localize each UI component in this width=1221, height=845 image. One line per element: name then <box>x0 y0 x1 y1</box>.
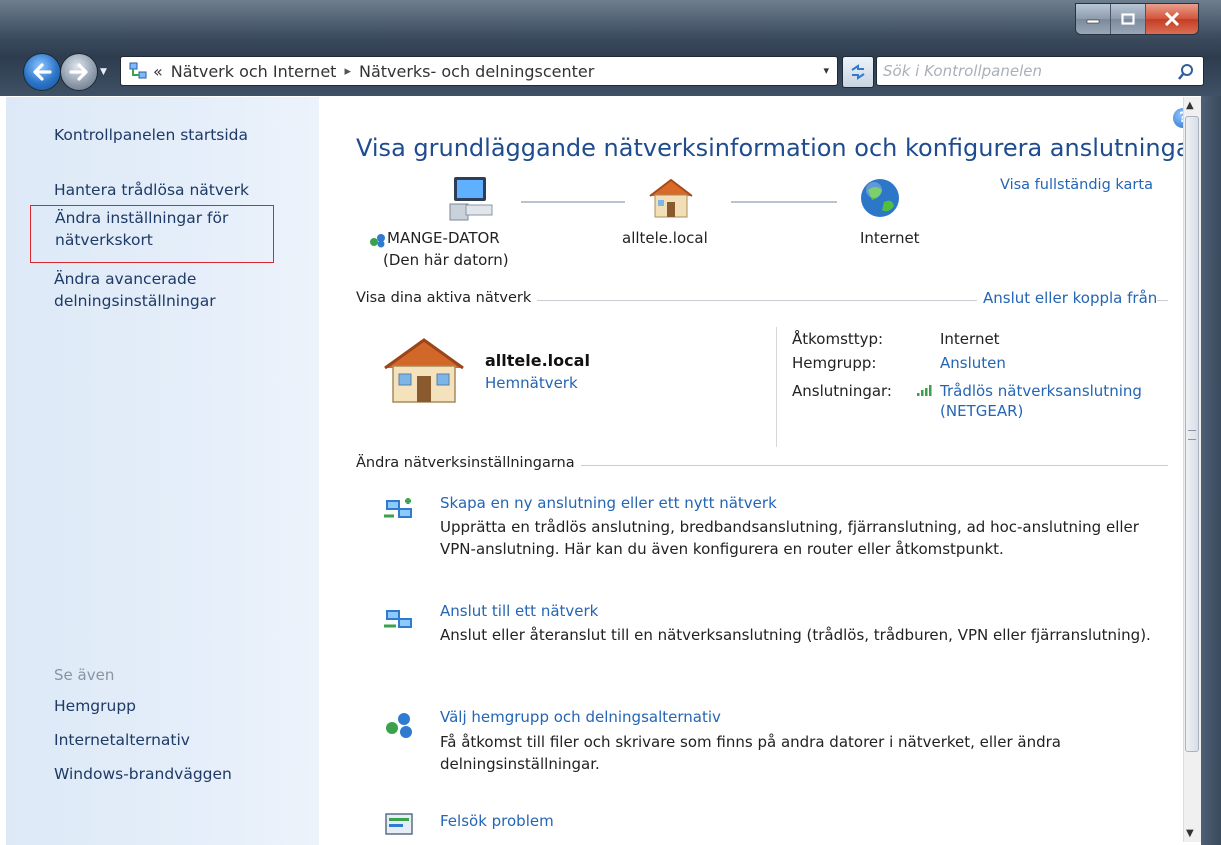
scroll-up-icon[interactable]: ▲ <box>1186 100 1194 111</box>
windows-firewall-link[interactable]: Windows-brandväggen <box>54 763 232 785</box>
address-dropdown-icon[interactable]: ▾ <box>823 64 829 77</box>
connect-network-icon <box>384 610 412 628</box>
change-settings-heading: Ändra nätverksinställningarna <box>356 455 581 471</box>
change-adapter-settings-line1: Ändra inställningar för <box>55 209 229 227</box>
recent-pages-dropdown[interactable]: ▼ <box>100 67 107 77</box>
breadcrumb-separator-icon[interactable]: ▸ <box>344 64 351 79</box>
computer-name: MANGE-DATOR <box>387 229 500 247</box>
back-arrow-icon <box>33 63 52 81</box>
active-network-name: alltele.local <box>485 351 590 370</box>
homegroup-sharing-icon <box>386 713 412 738</box>
troubleshoot-icon <box>385 813 413 835</box>
breadcrumb-network-sharing-center[interactable]: Nätverks- och delningscenter <box>359 62 594 81</box>
wireless-connection-link[interactable]: Trådlös nätverksanslutning (NETGEAR) <box>940 382 1142 420</box>
maximize-icon <box>1121 13 1135 25</box>
page-title: Visa grundläggande nätverksinformation o… <box>356 134 1201 162</box>
scrollbar-grip-icon <box>1188 430 1196 440</box>
homegroup-label: Hemgrupp: <box>792 354 877 372</box>
back-button[interactable] <box>23 53 61 91</box>
scroll-down-icon[interactable]: ▼ <box>1186 828 1194 839</box>
change-adapter-settings-line2: nätverkskort <box>55 231 153 249</box>
internet-options-link[interactable]: Internetalternativ <box>54 729 190 751</box>
advanced-sharing-line2: delningsinställningar <box>54 292 216 310</box>
map-network-name: alltele.local <box>622 229 708 247</box>
homegroup-joined-link[interactable]: Ansluten <box>940 354 1006 372</box>
minimize-button[interactable] <box>1076 4 1111 34</box>
homegroup-small-icon <box>370 234 385 248</box>
new-connection-icon <box>384 498 412 518</box>
computer-icon[interactable] <box>440 174 496 224</box>
refresh-button[interactable] <box>842 56 874 88</box>
manage-wireless-networks-link[interactable]: Hantera trådlösa nätverk <box>54 179 249 201</box>
breadcrumb-network-internet[interactable]: Nätverk och Internet <box>171 62 337 81</box>
connect-to-network-link[interactable]: Anslut till ett nätverk <box>440 602 598 620</box>
internet-globe-icon[interactable] <box>858 176 902 220</box>
network-icon <box>129 62 147 79</box>
homegroup-sharing-desc: Få åtkomst till filer och skrivare som f… <box>440 733 1061 773</box>
breadcrumb-overflow[interactable]: « <box>153 62 163 81</box>
maximize-button[interactable] <box>1111 4 1146 34</box>
connections-label: Anslutningar: <box>792 382 892 400</box>
homegroup-sharing-link[interactable]: Välj hemgrupp och delningsalternativ <box>440 708 721 726</box>
setup-new-connection-link[interactable]: Skapa en ny anslutning eller ett nytt nä… <box>440 494 777 512</box>
computer-subtitle: (Den här datorn) <box>383 251 509 269</box>
advanced-sharing-settings-link[interactable]: Ändra avancerade delningsinställningar <box>54 268 216 312</box>
close-icon <box>1164 12 1180 26</box>
search-field[interactable]: Sök i Kontrollpanelen <box>876 56 1204 86</box>
forward-button[interactable] <box>60 53 98 91</box>
network-type-link[interactable]: Hemnätverk <box>485 374 578 392</box>
full-map-link[interactable]: Visa fullständig karta <box>1000 177 1153 193</box>
home-network-icon[interactable] <box>646 176 696 220</box>
setup-new-connection-desc: Upprätta en trådlös anslutning, bredband… <box>440 518 1139 558</box>
forward-arrow-icon <box>69 63 88 81</box>
access-type-label: Åtkomsttyp: <box>792 330 884 348</box>
refresh-icon <box>851 64 865 80</box>
troubleshoot-link[interactable]: Felsök problem <box>440 812 554 830</box>
search-placeholder: Sök i Kontrollpanelen <box>883 62 1042 80</box>
wireless-signal-icon <box>917 385 932 396</box>
connect-to-network-desc: Anslut eller återanslut till en nätverks… <box>440 626 1151 644</box>
see-also-heading: Se även <box>54 666 115 684</box>
advanced-sharing-line1: Ändra avancerade <box>54 270 197 288</box>
map-internet-label: Internet <box>860 229 920 247</box>
wireless-connection-ssid: (NETGEAR) <box>940 402 1024 420</box>
caption-buttons <box>1075 3 1199 35</box>
house-network-icon <box>384 338 464 403</box>
close-button[interactable] <box>1146 4 1198 34</box>
homegroup-link[interactable]: Hemgrupp <box>54 695 136 717</box>
minimize-icon <box>1086 19 1100 24</box>
control-panel-home-link[interactable]: Kontrollpanelen startsida <box>54 124 248 146</box>
access-type-value: Internet <box>940 330 1000 348</box>
control-panel-window: ▼ « Nätverk och Internet ▸ Nätverks- och… <box>0 0 1221 845</box>
active-networks-heading: Visa dina aktiva nätverk <box>356 290 538 306</box>
change-adapter-settings-link[interactable]: Ändra inställningar för nätverkskort <box>30 205 274 263</box>
search-icon[interactable] <box>1177 63 1195 81</box>
connect-disconnect-link[interactable]: Anslut eller koppla från <box>977 289 1158 307</box>
address-bar[interactable]: « Nätverk och Internet ▸ Nätverks- och d… <box>120 56 838 86</box>
window-frame-right <box>1201 96 1221 845</box>
wireless-connection-name: Trådlös nätverksanslutning <box>940 382 1142 400</box>
